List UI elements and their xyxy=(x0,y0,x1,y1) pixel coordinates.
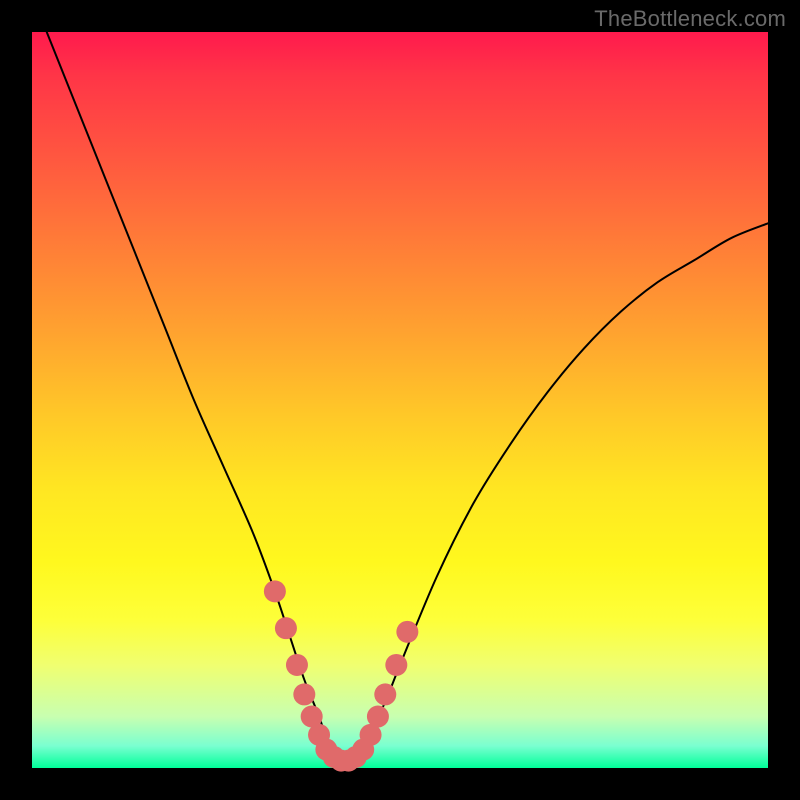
watermark-text: TheBottleneck.com xyxy=(594,6,786,32)
highlight-dot xyxy=(264,580,286,602)
bottleneck-curve xyxy=(47,32,768,762)
highlight-dot xyxy=(367,705,389,727)
highlight-dot xyxy=(396,621,418,643)
highlight-dot xyxy=(374,683,396,705)
highlight-dot xyxy=(293,683,315,705)
highlight-dot xyxy=(385,654,407,676)
highlight-dot xyxy=(275,617,297,639)
chart-plot-area xyxy=(32,32,768,768)
highlight-dot xyxy=(286,654,308,676)
curve-svg xyxy=(32,32,768,768)
